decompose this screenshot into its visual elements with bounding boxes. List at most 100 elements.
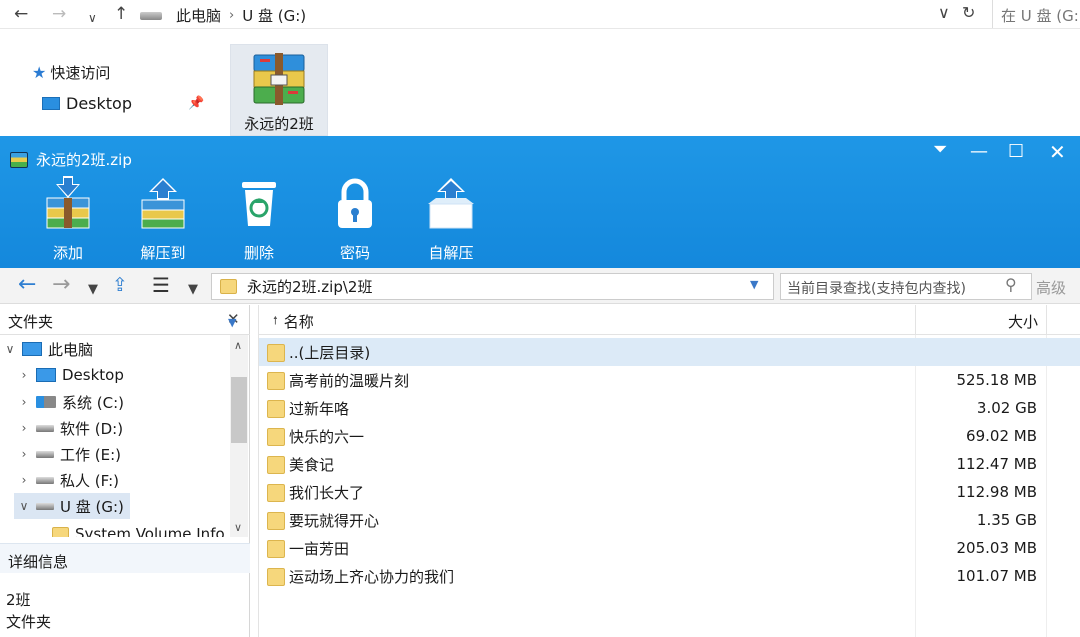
column-name-label: 名称 bbox=[283, 313, 314, 331]
explorer-search-input[interactable]: 在 U 盘 (G: bbox=[992, 0, 1080, 28]
folder-pane: 文件夹 ✕ ∨ 此电脑 › Desktop › 系统 (C:) › 软件 (D:… bbox=[0, 305, 250, 637]
collapsed-caret-icon[interactable]: › bbox=[18, 447, 30, 461]
history-dropdown-icon[interactable]: ▼ bbox=[88, 278, 98, 302]
folder-icon bbox=[267, 371, 285, 390]
up-folder-icon[interactable]: ⇪ bbox=[112, 273, 128, 297]
breadcrumb-u-drive[interactable]: U 盘 (G:) bbox=[242, 5, 306, 26]
table-row[interactable]: 美食记 112.47 MB bbox=[259, 450, 1080, 478]
row-name: 快乐的六一 bbox=[289, 428, 365, 446]
expanded-caret-icon[interactable]: ∨ bbox=[18, 499, 30, 513]
row-size: 205.03 MB bbox=[956, 539, 1038, 557]
folder-icon bbox=[267, 427, 285, 446]
up-arrow-icon[interactable]: ↑ bbox=[114, 4, 128, 24]
add-button[interactable]: 添加 bbox=[33, 176, 103, 263]
tree-item-e-drive[interactable]: › 工作 (E:) bbox=[18, 441, 121, 467]
tree-label: 工作 (E:) bbox=[60, 445, 122, 464]
expanded-caret-icon[interactable]: ∨ bbox=[4, 342, 16, 356]
window-title: 永远的2班.zip bbox=[10, 149, 132, 170]
extract-to-button[interactable]: 解压到 bbox=[128, 176, 198, 263]
drive-icon bbox=[36, 502, 54, 510]
folder-pane-header: 文件夹 bbox=[0, 305, 250, 335]
delete-button[interactable]: 删除 bbox=[224, 176, 294, 263]
table-row[interactable]: 过新年咯 3.02 GB bbox=[259, 394, 1080, 422]
password-label: 密码 bbox=[339, 244, 370, 262]
star-icon: ★ bbox=[32, 63, 47, 82]
search-icon[interactable]: ⚲ bbox=[1005, 275, 1017, 294]
pin-icon: 📌 bbox=[188, 96, 205, 111]
table-row[interactable]: 我们长大了 112.98 MB bbox=[259, 478, 1080, 506]
folder-tree-scrollbar[interactable]: ∧ ∨ bbox=[230, 335, 248, 537]
window-title-text: 永远的2班.zip bbox=[36, 151, 132, 169]
column-name-header[interactable]: 🠕 名称 bbox=[273, 311, 314, 332]
self-extract-label: 自解压 bbox=[428, 244, 474, 262]
table-row[interactable]: 一亩芳田 205.03 MB bbox=[259, 534, 1080, 562]
back-arrow-icon[interactable]: ← bbox=[14, 4, 28, 24]
tree-item-this-pc[interactable]: ∨ 此电脑 bbox=[4, 336, 93, 362]
scrollbar-thumb[interactable] bbox=[231, 377, 247, 443]
folder-tree: ∨ 此电脑 › Desktop › 系统 (C:) › 软件 (D:) › 工作… bbox=[0, 335, 230, 537]
recent-dropdown-icon[interactable]: ∨ bbox=[88, 8, 97, 28]
tree-item-system-volume[interactable]: System Volume Info bbox=[52, 521, 225, 537]
view-dropdown-icon[interactable]: ▼ bbox=[188, 278, 198, 302]
table-row[interactable]: 要玩就得开心 1.35 GB bbox=[259, 506, 1080, 534]
minimize-icon[interactable]: — bbox=[970, 142, 988, 162]
view-list-icon[interactable]: ☰ bbox=[152, 273, 170, 297]
tree-item-d-drive[interactable]: › 软件 (D:) bbox=[18, 415, 123, 441]
tree-item-g-drive[interactable]: ∨ U 盘 (G:) bbox=[14, 493, 130, 519]
title-bar: 永远的2班.zip ⏷ — ☐ ✕ 添加 解压到 删除 密码 自解压 bbox=[0, 136, 1080, 268]
collapsed-caret-icon[interactable]: › bbox=[18, 421, 30, 435]
self-extract-button[interactable]: 自解压 bbox=[416, 176, 486, 263]
scroll-up-icon[interactable]: ∧ bbox=[234, 339, 242, 352]
breadcrumb: 此电脑 › U 盘 (G:) bbox=[140, 5, 306, 26]
password-button[interactable]: 密码 bbox=[320, 176, 390, 263]
back-icon[interactable]: ← bbox=[18, 273, 36, 297]
forward-icon[interactable]: → bbox=[52, 273, 70, 297]
parent-folder-icon bbox=[267, 343, 285, 362]
tree-item-desktop[interactable]: › Desktop bbox=[18, 362, 124, 388]
row-name: 美食记 bbox=[289, 456, 335, 474]
details-name: 2班 bbox=[6, 591, 31, 609]
collapsed-caret-icon[interactable]: › bbox=[18, 473, 30, 487]
breadcrumb-separator-icon: › bbox=[229, 8, 235, 23]
details-header[interactable]: 详细信息 bbox=[0, 543, 250, 573]
breadcrumb-this-pc[interactable]: 此电脑 bbox=[176, 5, 221, 26]
table-row[interactable]: 高考前的温暖片刻 525.18 MB bbox=[259, 366, 1080, 394]
table-row[interactable]: 快乐的六一 69.02 MB bbox=[259, 422, 1080, 450]
table-row[interactable]: 运动场上齐心协力的我们 101.07 MB bbox=[259, 562, 1080, 590]
advanced-search-button[interactable]: 高级 bbox=[1036, 277, 1066, 298]
collapsed-caret-icon[interactable]: › bbox=[18, 368, 30, 382]
details-dropdown-icon[interactable]: ▼ bbox=[228, 316, 236, 329]
path-dropdown-icon[interactable]: ▼ bbox=[750, 278, 758, 291]
collapsed-caret-icon[interactable]: › bbox=[18, 395, 30, 409]
row-size: 101.07 MB bbox=[956, 567, 1038, 585]
table-row[interactable]: ..(上层目录) bbox=[259, 338, 1080, 366]
row-name: ..(上层目录) bbox=[289, 344, 371, 362]
refresh-icon[interactable]: ↻ bbox=[962, 3, 975, 22]
quick-access-item[interactable]: ★ 快速访问 bbox=[32, 62, 110, 83]
path-input[interactable]: 永远的2班.zip\2班 bbox=[211, 273, 774, 300]
menu-dropdown-icon[interactable]: ⏷ bbox=[933, 140, 947, 160]
desktop-icon bbox=[36, 368, 56, 382]
find-input[interactable]: 当前目录查找(支持包内查找) bbox=[780, 273, 1032, 300]
tree-label: Desktop bbox=[62, 366, 124, 384]
tree-item-f-drive[interactable]: › 私人 (F:) bbox=[18, 467, 119, 493]
maximize-icon[interactable]: ☐ bbox=[1008, 142, 1024, 162]
self-extract-icon bbox=[428, 178, 474, 229]
column-size-label: 大小 bbox=[1007, 313, 1038, 331]
explorer-address-bar: ← → ∨ ↑ 此电脑 › U 盘 (G:) ∨ ↻ 在 U 盘 (G: bbox=[0, 0, 1080, 30]
row-size: 112.98 MB bbox=[956, 483, 1038, 501]
column-size-header[interactable]: 大小 bbox=[915, 305, 1047, 335]
scroll-down-icon[interactable]: ∨ bbox=[234, 521, 242, 534]
tree-item-c-drive[interactable]: › 系统 (C:) bbox=[18, 389, 124, 415]
delete-label: 删除 bbox=[243, 244, 274, 262]
forward-arrow-icon[interactable]: → bbox=[52, 4, 66, 24]
folder-icon bbox=[267, 455, 285, 474]
add-archive-icon bbox=[46, 176, 90, 229]
winrar-window: 永远的2班.zip ⏷ — ☐ ✕ 添加 解压到 删除 密码 自解压 ← → ▼… bbox=[0, 136, 1080, 637]
archive-file-item[interactable]: 永远的2班 bbox=[230, 44, 328, 136]
address-dropdown-icon[interactable]: ∨ bbox=[938, 3, 950, 22]
quick-access-desktop[interactable]: Desktop bbox=[42, 94, 132, 113]
row-name: 过新年咯 bbox=[289, 400, 350, 418]
close-icon[interactable]: ✕ bbox=[1049, 142, 1066, 162]
extract-to-icon bbox=[141, 178, 185, 229]
